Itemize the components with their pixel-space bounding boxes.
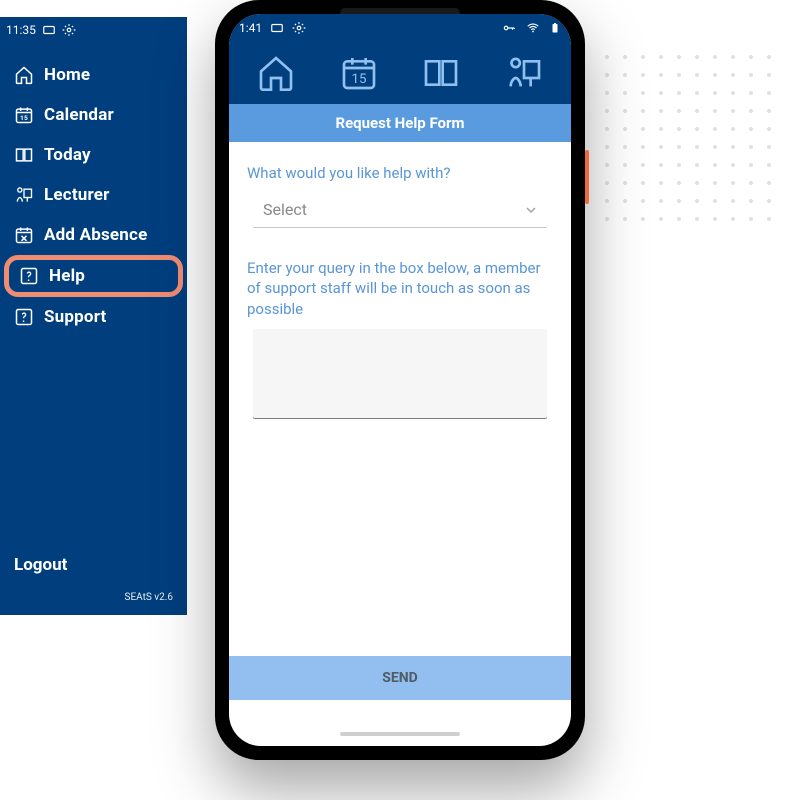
gear-icon	[62, 23, 76, 37]
logout-label: Logout	[14, 555, 67, 575]
message-icon	[42, 23, 56, 37]
tab-calendar[interactable]: 15	[329, 48, 389, 98]
sidebar-item-label: Add Absence	[44, 225, 147, 245]
tab-home[interactable]	[246, 48, 306, 98]
svg-text:15: 15	[351, 72, 366, 87]
topic-select-value: Select	[263, 200, 307, 219]
sidebar-item-label: Support	[44, 307, 107, 327]
tab-lecturer[interactable]	[494, 48, 554, 98]
sidebar-item-lecturer[interactable]: Lecturer	[0, 175, 187, 215]
sidebar-panel: 11:35 Home 15 Calendar Today	[0, 17, 187, 615]
send-button[interactable]: SEND	[229, 656, 571, 700]
decorative-dot-grid	[598, 48, 782, 232]
gear-icon	[292, 21, 306, 35]
sidebar-item-label: Lecturer	[44, 185, 110, 205]
lecturer-icon	[14, 185, 34, 205]
sidebar-item-logout[interactable]: Logout	[14, 555, 67, 575]
sidebar-item-calendar[interactable]: 15 Calendar	[0, 95, 187, 135]
gesture-nav-pill	[340, 732, 460, 736]
help-form: What would you like help with? Select En…	[229, 142, 571, 419]
topic-select[interactable]: Select	[253, 190, 547, 228]
svg-text:15: 15	[20, 114, 28, 122]
vpn-key-icon	[501, 21, 517, 35]
battery-icon	[549, 21, 561, 35]
sidebar-clock: 11:35	[6, 23, 36, 37]
sidebar-item-today[interactable]: Today	[0, 135, 187, 175]
sidebar-status-bar: 11:35	[0, 17, 187, 37]
calendar-x-icon	[14, 225, 34, 245]
send-button-label: SEND	[382, 670, 417, 686]
sidebar-item-label: Home	[44, 65, 90, 85]
query-label: Enter your query in the box below, a mem…	[247, 259, 541, 318]
page-title: Request Help Form	[229, 104, 571, 142]
query-textarea[interactable]	[253, 329, 547, 419]
top-tab-bar: 15	[229, 42, 571, 104]
phone-frame: 1:41 15	[215, 0, 585, 760]
phone-clock: 1:41	[239, 21, 262, 35]
sidebar-item-add-absence[interactable]: Add Absence	[0, 215, 187, 255]
help-icon	[14, 307, 34, 327]
sidebar-item-label: Help	[49, 266, 85, 286]
sidebar-item-label: Today	[44, 145, 91, 165]
phone-screen: 1:41 15	[229, 14, 571, 746]
phone-power-button	[585, 150, 589, 204]
sidebar-item-home[interactable]: Home	[0, 55, 187, 95]
topic-label: What would you like help with?	[247, 164, 553, 182]
calendar-icon: 15	[14, 105, 34, 125]
chevron-down-icon	[523, 202, 539, 218]
sidebar-menu: Home 15 Calendar Today Lecturer Add Abse…	[0, 55, 187, 337]
help-icon	[19, 266, 39, 286]
sidebar-item-help[interactable]: Help	[4, 255, 183, 297]
tab-today[interactable]	[411, 48, 471, 98]
app-version: SEAtS v2.6	[125, 592, 173, 603]
sidebar-item-label: Calendar	[44, 105, 114, 125]
wifi-icon	[525, 21, 541, 35]
book-icon	[14, 145, 34, 165]
message-icon	[270, 21, 284, 35]
home-icon	[14, 65, 34, 85]
sidebar-item-support[interactable]: Support	[0, 297, 187, 337]
phone-status-bar: 1:41	[229, 14, 571, 42]
